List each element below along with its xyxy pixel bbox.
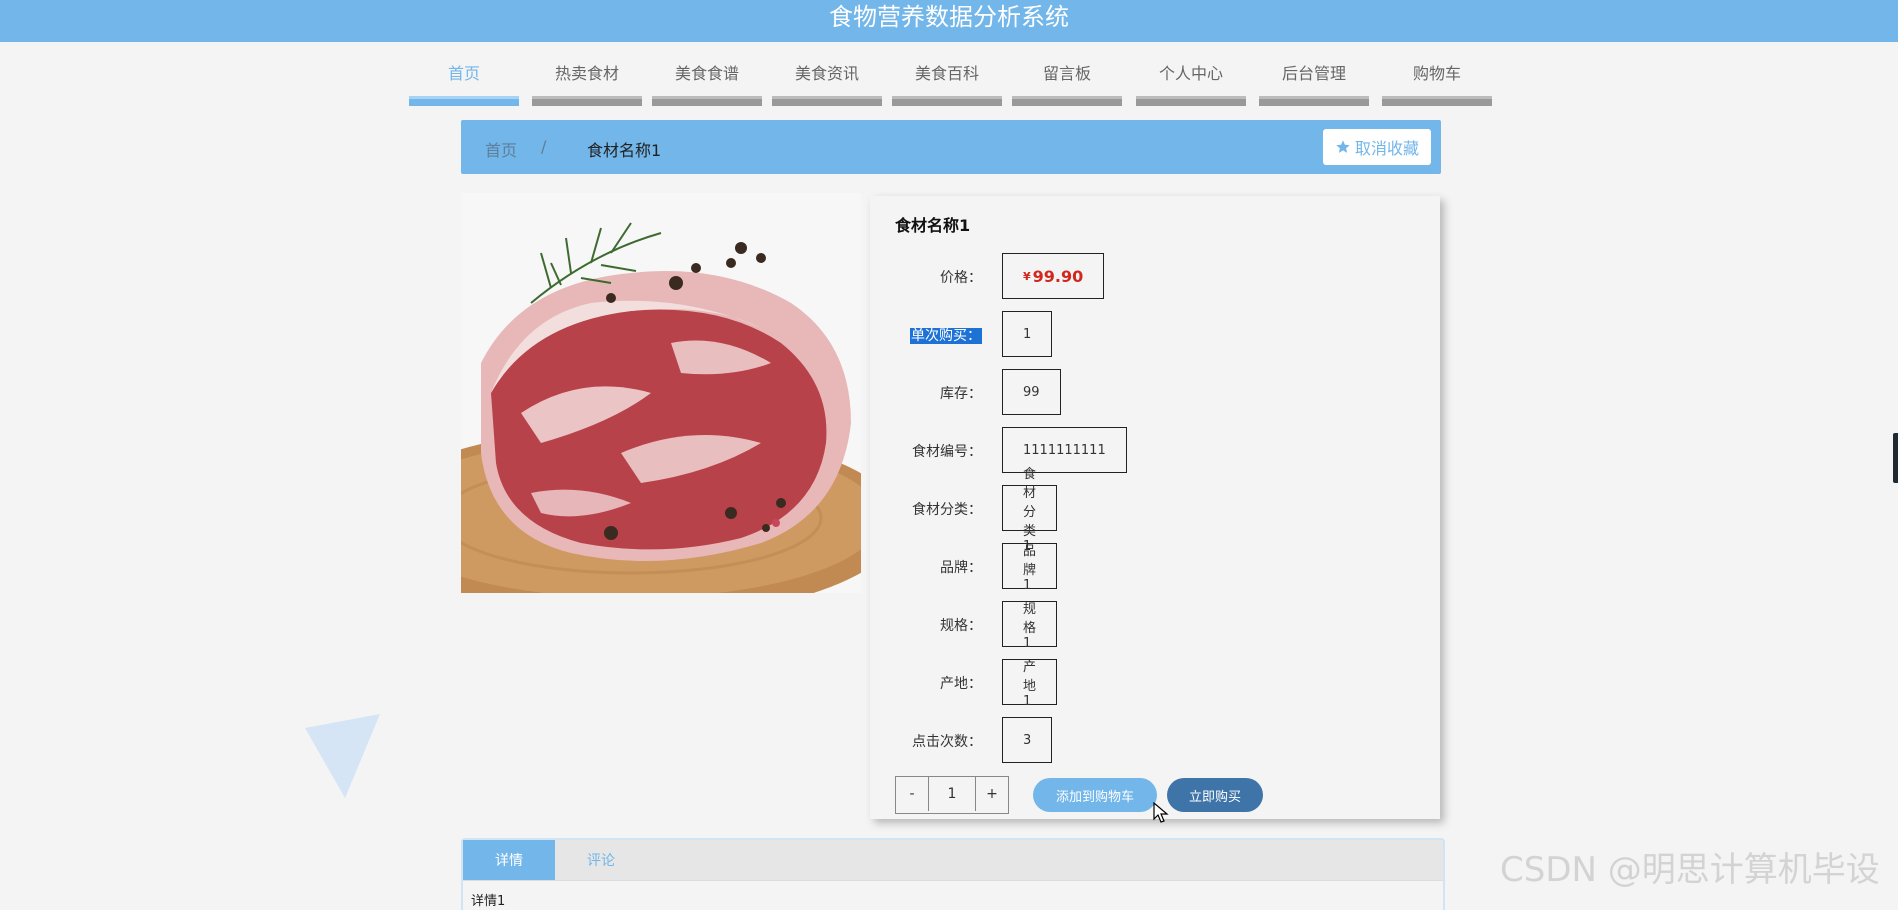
- product-title: 食材名称1: [895, 216, 971, 235]
- nav-item-profile[interactable]: 个人中心: [1136, 58, 1246, 106]
- tab-content: 详情1: [471, 894, 506, 909]
- nav-item-admin[interactable]: 后台管理: [1259, 58, 1369, 106]
- breadcrumb-current: 食材名称1: [587, 141, 662, 160]
- nav-item-home[interactable]: 首页: [409, 58, 519, 106]
- scroll-edge-handle[interactable]: [1893, 433, 1898, 483]
- product-info-panel: 食材名称1 价格： ¥99.90 单次购买： 1 库存： 99 食材编号： 11…: [870, 196, 1440, 819]
- decrement-button[interactable]: -: [896, 777, 928, 811]
- site-title-bar: 食物营养数据分析系统: [0, 0, 1898, 42]
- field-value: 3: [1002, 717, 1053, 763]
- nav-item-cart[interactable]: 购物车: [1382, 58, 1492, 106]
- nav-item-encyclopedia[interactable]: 美食百科: [892, 58, 1002, 106]
- site-title: 食物营养数据分析系统: [829, 3, 1069, 31]
- add-to-cart-button[interactable]: 添加到购物车: [1033, 778, 1157, 812]
- watermark: CSDN @明思计算机毕设: [1500, 850, 1880, 890]
- field-label: 食材编号：: [912, 444, 982, 460]
- field-value: 规格1: [1002, 601, 1058, 651]
- field-label: 食材分类：: [912, 502, 982, 518]
- field-value: 产地1: [1002, 659, 1058, 709]
- field-value: 1111111111: [1002, 427, 1127, 473]
- buy-now-button[interactable]: 立即购买: [1167, 778, 1263, 812]
- breadcrumb-separator: /: [541, 137, 547, 156]
- detail-tabs: 详情 评论 详情1: [461, 838, 1445, 910]
- field-label: 库存：: [940, 386, 982, 402]
- nav-item-recipes[interactable]: 美食食谱: [652, 58, 762, 106]
- tab-comments[interactable]: 评论: [555, 840, 647, 880]
- field-value: 99: [1002, 369, 1061, 415]
- mouse-cursor-icon: [1153, 802, 1169, 823]
- nav-item-message-board[interactable]: 留言板: [1012, 58, 1122, 106]
- unfavorite-label: 取消收藏: [1354, 139, 1419, 158]
- field-label: 点击次数：: [912, 734, 982, 750]
- field-label: 价格：: [940, 270, 982, 286]
- field-label: 单次购买：: [910, 328, 982, 344]
- unfavorite-button[interactable]: 取消收藏: [1323, 129, 1431, 165]
- field-value: 1: [1002, 311, 1053, 357]
- tab-details[interactable]: 详情: [463, 840, 555, 880]
- nav-item-hot-ingredients[interactable]: 热卖食材: [532, 58, 642, 106]
- quantity-input[interactable]: 1: [928, 777, 976, 811]
- breadcrumb: 首页 / 食材名称1 取消收藏: [461, 120, 1441, 174]
- field-value: 品牌1: [1002, 543, 1058, 593]
- star-icon: [1336, 140, 1350, 153]
- decorative-triangle-icon: [305, 714, 380, 798]
- product-image: [461, 193, 861, 593]
- field-label: 品牌：: [940, 560, 982, 576]
- quantity-stepper: - 1 +: [895, 776, 1009, 814]
- nav-item-news[interactable]: 美食资讯: [772, 58, 882, 106]
- currency-symbol: ¥: [1023, 269, 1031, 283]
- field-label: 产地：: [940, 676, 982, 692]
- field-label: 规格：: [940, 618, 982, 634]
- increment-button[interactable]: +: [976, 777, 1008, 811]
- field-value: 食材分类1: [1002, 467, 1058, 554]
- tab-header: 详情 评论: [463, 840, 1443, 881]
- price-value: ¥99.90: [1002, 253, 1105, 299]
- breadcrumb-home[interactable]: 首页: [485, 137, 517, 161]
